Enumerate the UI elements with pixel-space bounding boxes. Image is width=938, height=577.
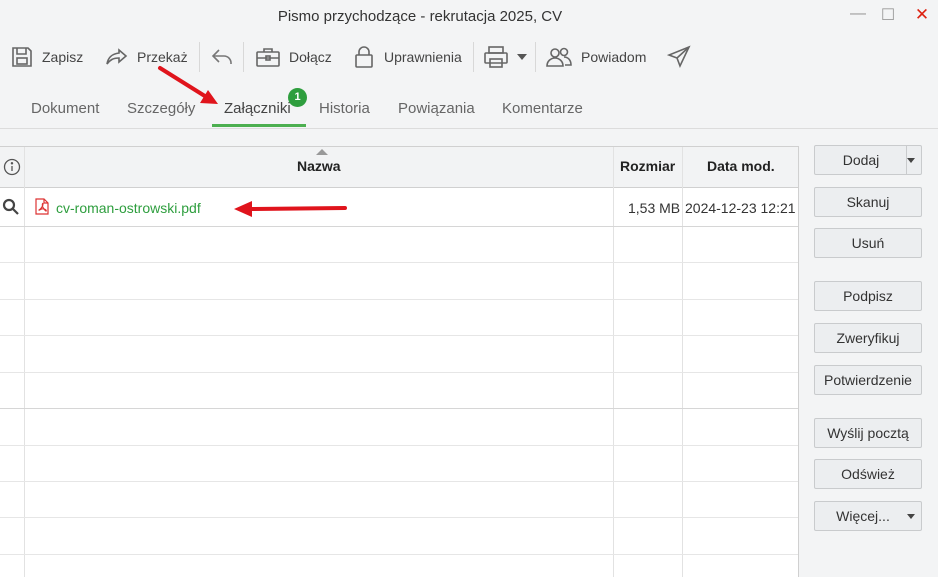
save-icon	[12, 47, 32, 67]
reply-icon	[211, 49, 232, 64]
print-button[interactable]	[483, 38, 535, 76]
row-divider	[0, 554, 798, 555]
close-button[interactable]: ✕	[912, 5, 932, 25]
save-button[interactable]: Zapisz	[10, 38, 83, 76]
tab-powiazania[interactable]: Powiązania	[398, 100, 475, 117]
toolbar-divider	[473, 42, 474, 72]
chevron-down-icon	[517, 54, 527, 60]
title-bar: Pismo przychodzące - rekrutacja 2025, CV…	[0, 0, 938, 34]
chevron-down-icon	[907, 514, 915, 519]
notify-label: Powiadom	[581, 49, 647, 65]
refresh-button[interactable]: Odśwież	[814, 459, 922, 489]
row-divider	[0, 226, 798, 227]
save-label: Zapisz	[42, 49, 84, 65]
column-header-date[interactable]: Data mod.	[683, 147, 798, 188]
add-button[interactable]: Dodaj	[814, 145, 922, 175]
attach-label: Dołącz	[289, 49, 332, 65]
attach-button[interactable]: Dołącz	[255, 38, 332, 76]
permissions-label: Uprawnienia	[384, 49, 462, 65]
verify-button[interactable]: Zweryfikuj	[814, 323, 922, 353]
send-icon	[667, 45, 691, 69]
tab-bar: Dokument Szczegóły Załączniki Historia P…	[0, 92, 938, 129]
permissions-button[interactable]: Uprawnienia	[352, 38, 462, 76]
row-divider	[0, 335, 798, 336]
send-mail-button[interactable]: Wyślij pocztą	[814, 418, 922, 448]
row-divider	[0, 262, 798, 263]
add-label: Dodaj	[842, 152, 880, 168]
tab-komentarze[interactable]: Komentarze	[502, 100, 583, 117]
printer-icon	[484, 46, 508, 68]
scan-button[interactable]: Skanuj	[814, 187, 922, 217]
remove-button[interactable]: Usuń	[814, 228, 922, 258]
pdf-icon	[35, 198, 49, 215]
reply-button[interactable]	[210, 38, 242, 76]
tab-historia[interactable]: Historia	[319, 100, 370, 117]
attachments-grid: Nazwa Rozmiar Data mod. cv-roman-ostrows…	[0, 146, 799, 577]
maximize-button[interactable]: ☐	[878, 5, 898, 25]
toolbar: Zapisz Przekaż Dołącz Uprawnienia Powiad…	[0, 38, 938, 76]
column-date-label: Data mod.	[707, 158, 775, 174]
tab-zalaczniki[interactable]: Załączniki	[224, 100, 291, 117]
row-divider	[0, 445, 798, 446]
active-tab-indicator	[212, 124, 306, 127]
row-divider	[0, 299, 798, 300]
column-size-label: Rozmiar	[620, 158, 676, 174]
column-name-label: Nazwa	[297, 158, 341, 174]
attachment-size: 1,53 MB	[628, 200, 681, 216]
table-row[interactable]: cv-roman-ostrowski.pdf 1,53 MB 2024-12-2…	[0, 188, 798, 226]
forward-label: Przekaż	[137, 49, 188, 65]
sign-button[interactable]: Podpisz	[814, 281, 922, 311]
forward-icon	[106, 48, 128, 65]
toolbar-divider	[199, 42, 200, 72]
column-header-info[interactable]	[0, 147, 24, 188]
row-divider	[0, 517, 798, 518]
notify-button[interactable]: Powiadom	[545, 38, 646, 76]
more-button[interactable]: Więcej...	[814, 501, 922, 531]
minimize-button[interactable]: —	[848, 5, 868, 23]
attachment-date: 2024-12-23 12:21	[685, 200, 796, 216]
info-icon	[3, 158, 21, 176]
confirmation-button[interactable]: Potwierdzenie	[814, 365, 922, 395]
column-header-size[interactable]: Rozmiar	[614, 147, 682, 188]
column-header-name[interactable]: Nazwa	[25, 147, 613, 188]
row-divider	[0, 408, 798, 409]
attachments-count-badge: 1	[288, 88, 307, 107]
attachment-file-link[interactable]: cv-roman-ostrowski.pdf	[56, 200, 201, 216]
search-icon[interactable]	[2, 198, 20, 216]
send-button[interactable]	[667, 38, 699, 76]
toolbar-divider	[535, 42, 536, 72]
window-title: Pismo przychodzące - rekrutacja 2025, CV	[277, 8, 563, 25]
tab-dokument[interactable]: Dokument	[31, 100, 99, 117]
briefcase-icon	[256, 48, 280, 67]
sort-ascending-icon	[316, 149, 328, 155]
lock-icon	[355, 46, 373, 68]
toolbar-divider	[243, 42, 244, 72]
more-label: Więcej...	[836, 508, 890, 524]
users-icon	[546, 47, 572, 67]
chevron-down-icon[interactable]	[907, 158, 915, 163]
row-divider	[0, 481, 798, 482]
forward-button[interactable]: Przekaż	[105, 38, 188, 76]
row-divider	[0, 372, 798, 373]
tab-szczegoly[interactable]: Szczegóły	[127, 100, 195, 117]
